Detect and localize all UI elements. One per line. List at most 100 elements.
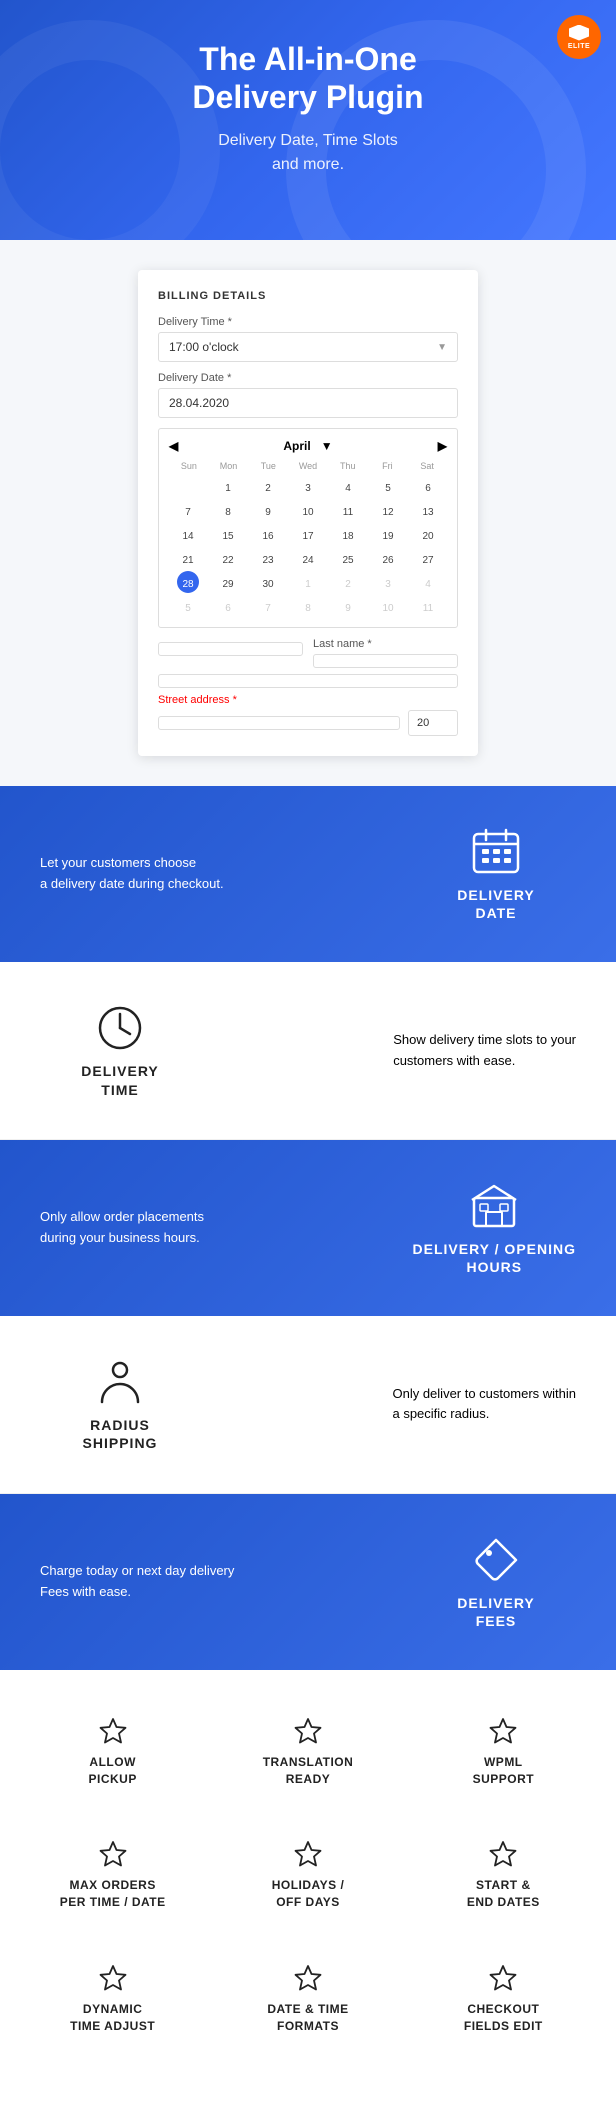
cal-cell[interactable]: 1 <box>297 571 319 593</box>
elite-badge: ELITE <box>557 15 601 59</box>
delivery-time-input[interactable]: 17:00 o'clock ▼ <box>158 332 458 362</box>
cal-cell[interactable]: 2 <box>337 571 359 593</box>
radius-shipping-icon-block: RADIUSSHIPPING <box>40 1356 200 1452</box>
cal-cell[interactable]: 11 <box>417 595 439 617</box>
checkout-fields-label: CHECKOUTFIELDS EDIT <box>464 2001 543 2035</box>
delivery-date-input[interactable]: 28.04.2020 <box>158 388 458 418</box>
star-icon <box>488 1716 518 1746</box>
feature-max-orders: MAX ORDERSPER TIME / DATE <box>20 1823 205 1927</box>
delivery-fees-icon-block: DELIVERYFEES <box>416 1534 576 1630</box>
cal-cell[interactable] <box>177 475 199 497</box>
delivery-fees-text: Charge today or next day deliveryFees wi… <box>40 1561 234 1603</box>
delivery-fees-label: DELIVERYFEES <box>457 1594 535 1630</box>
dynamic-time-label: DYNAMICTIME ADJUST <box>70 2001 155 2035</box>
calendar-grid: 1 2 3 4 5 6 7 8 9 10 11 12 13 14 15 16 1… <box>169 475 447 617</box>
star-icon <box>293 1716 323 1746</box>
cal-cell[interactable]: 16 <box>257 523 279 545</box>
cal-cell[interactable]: 1 <box>217 475 239 497</box>
cal-cell[interactable]: 24 <box>297 547 319 569</box>
clock-icon <box>94 1002 146 1054</box>
hero-section: ELITE The All-in-OneDelivery Plugin Deli… <box>0 0 616 240</box>
cal-cell[interactable]: 20 <box>417 523 439 545</box>
last-name-label: Last name * <box>313 638 458 650</box>
max-orders-label: MAX ORDERSPER TIME / DATE <box>60 1877 166 1911</box>
address-input[interactable] <box>158 674 458 688</box>
date-time-formats-label: DATE & TIMEFORMATS <box>267 2001 348 2035</box>
cal-cell[interactable]: 10 <box>297 499 319 521</box>
cal-cell[interactable]: 26 <box>377 547 399 569</box>
radius-shipping-label: RADIUSSHIPPING <box>83 1416 158 1452</box>
cal-cell[interactable]: 17 <box>297 523 319 545</box>
start-end-dates-label: START &END DATES <box>467 1877 540 1911</box>
cal-cell[interactable]: 29 <box>217 571 239 593</box>
star-icon <box>98 1716 128 1746</box>
cal-cell-selected[interactable]: 28 <box>177 571 199 593</box>
cal-cell[interactable]: 6 <box>417 475 439 497</box>
cal-cell[interactable]: 19 <box>377 523 399 545</box>
cal-cell[interactable]: 27 <box>417 547 439 569</box>
cal-cell[interactable]: 23 <box>257 547 279 569</box>
cal-cell[interactable]: 3 <box>377 571 399 593</box>
radius-shipping-description: Only deliver to customers withina specif… <box>392 1384 576 1426</box>
delivery-hours-description: Only allow order placementsduring your b… <box>40 1207 204 1249</box>
wpml-support-label: WPMLSUPPORT <box>473 1754 535 1788</box>
star-icon <box>488 1963 518 1993</box>
last-name-input[interactable] <box>313 654 458 668</box>
cal-cell[interactable]: 12 <box>377 499 399 521</box>
cal-cell[interactable]: 14 <box>177 523 199 545</box>
street-address-label: Street address * <box>158 694 458 706</box>
cal-cell[interactable]: 25 <box>337 547 359 569</box>
delivery-date-label: DELIVERYDATE <box>457 886 535 922</box>
calendar-days-header: SunMonTueWedThuFriSat <box>169 461 447 471</box>
cal-cell[interactable]: 15 <box>217 523 239 545</box>
feature-delivery-hours: Only allow order placementsduring your b… <box>0 1140 616 1316</box>
cal-cell[interactable]: 4 <box>417 571 439 593</box>
cal-cell[interactable]: 7 <box>177 499 199 521</box>
dropdown-arrow: ▼ <box>437 342 447 353</box>
cal-cell[interactable]: 8 <box>217 499 239 521</box>
street-input[interactable] <box>158 716 400 730</box>
cal-cell[interactable]: 7 <box>257 595 279 617</box>
holidays-label: HOLIDAYS /OFF DAYS <box>272 1877 345 1911</box>
cal-cell[interactable]: 18 <box>337 523 359 545</box>
delivery-date-description: Let your customers choosea delivery date… <box>40 853 224 895</box>
radius-shipping-text: Only deliver to customers withina specif… <box>392 1384 576 1426</box>
feature-checkout-fields: CHECKOUTFIELDS EDIT <box>411 1947 596 2051</box>
cal-cell[interactable]: 9 <box>257 499 279 521</box>
cal-cell[interactable]: 21 <box>177 547 199 569</box>
cal-cell[interactable]: 30 <box>257 571 279 593</box>
cal-cell[interactable]: 13 <box>417 499 439 521</box>
cal-cell[interactable]: 22 <box>217 547 239 569</box>
cal-cell[interactable]: 11 <box>337 499 359 521</box>
star-icon <box>98 1839 128 1869</box>
name-row: Last name * <box>158 638 458 668</box>
street-number-input[interactable]: 20 <box>408 710 458 736</box>
feature-delivery-time: DELIVERYTIME Show delivery time slots to… <box>0 962 616 1139</box>
delivery-time-text: Show delivery time slots to yourcustomer… <box>393 1030 576 1072</box>
cal-cell[interactable]: 5 <box>177 595 199 617</box>
delivery-fees-description: Charge today or next day deliveryFees wi… <box>40 1561 234 1603</box>
cal-cell[interactable]: 2 <box>257 475 279 497</box>
cal-cell[interactable]: 3 <box>297 475 319 497</box>
calendar-prev[interactable]: ◀ <box>169 439 178 453</box>
elite-badge-icon <box>569 25 589 41</box>
star-icon <box>98 1963 128 1993</box>
cal-cell[interactable]: 9 <box>337 595 359 617</box>
delivery-time-label: DELIVERYTIME <box>81 1062 159 1098</box>
delivery-date-label: Delivery Date * <box>158 372 458 384</box>
cal-cell[interactable]: 8 <box>297 595 319 617</box>
feature-radius-shipping: RADIUSSHIPPING Only deliver to customers… <box>0 1316 616 1493</box>
first-name-input[interactable] <box>158 642 303 656</box>
delivery-hours-text: Only allow order placementsduring your b… <box>40 1207 204 1249</box>
cal-cell[interactable]: 6 <box>217 595 239 617</box>
feature-dynamic-time: DYNAMICTIME ADJUST <box>20 1947 205 2051</box>
feature-holidays: HOLIDAYS /OFF DAYS <box>215 1823 400 1927</box>
feature-grid-section: ALLOWPICKUP TRANSLATIONREADY WPMLSUPPORT… <box>0 1670 616 2101</box>
tag-icon <box>470 1534 522 1586</box>
cal-cell[interactable]: 4 <box>337 475 359 497</box>
delivery-time-icon-block: DELIVERYTIME <box>40 1002 200 1098</box>
calendar-next[interactable]: ▶ <box>438 439 447 453</box>
feature-grid-row-3: DYNAMICTIME ADJUST DATE & TIMEFORMATS CH… <box>20 1947 596 2051</box>
cal-cell[interactable]: 10 <box>377 595 399 617</box>
cal-cell[interactable]: 5 <box>377 475 399 497</box>
